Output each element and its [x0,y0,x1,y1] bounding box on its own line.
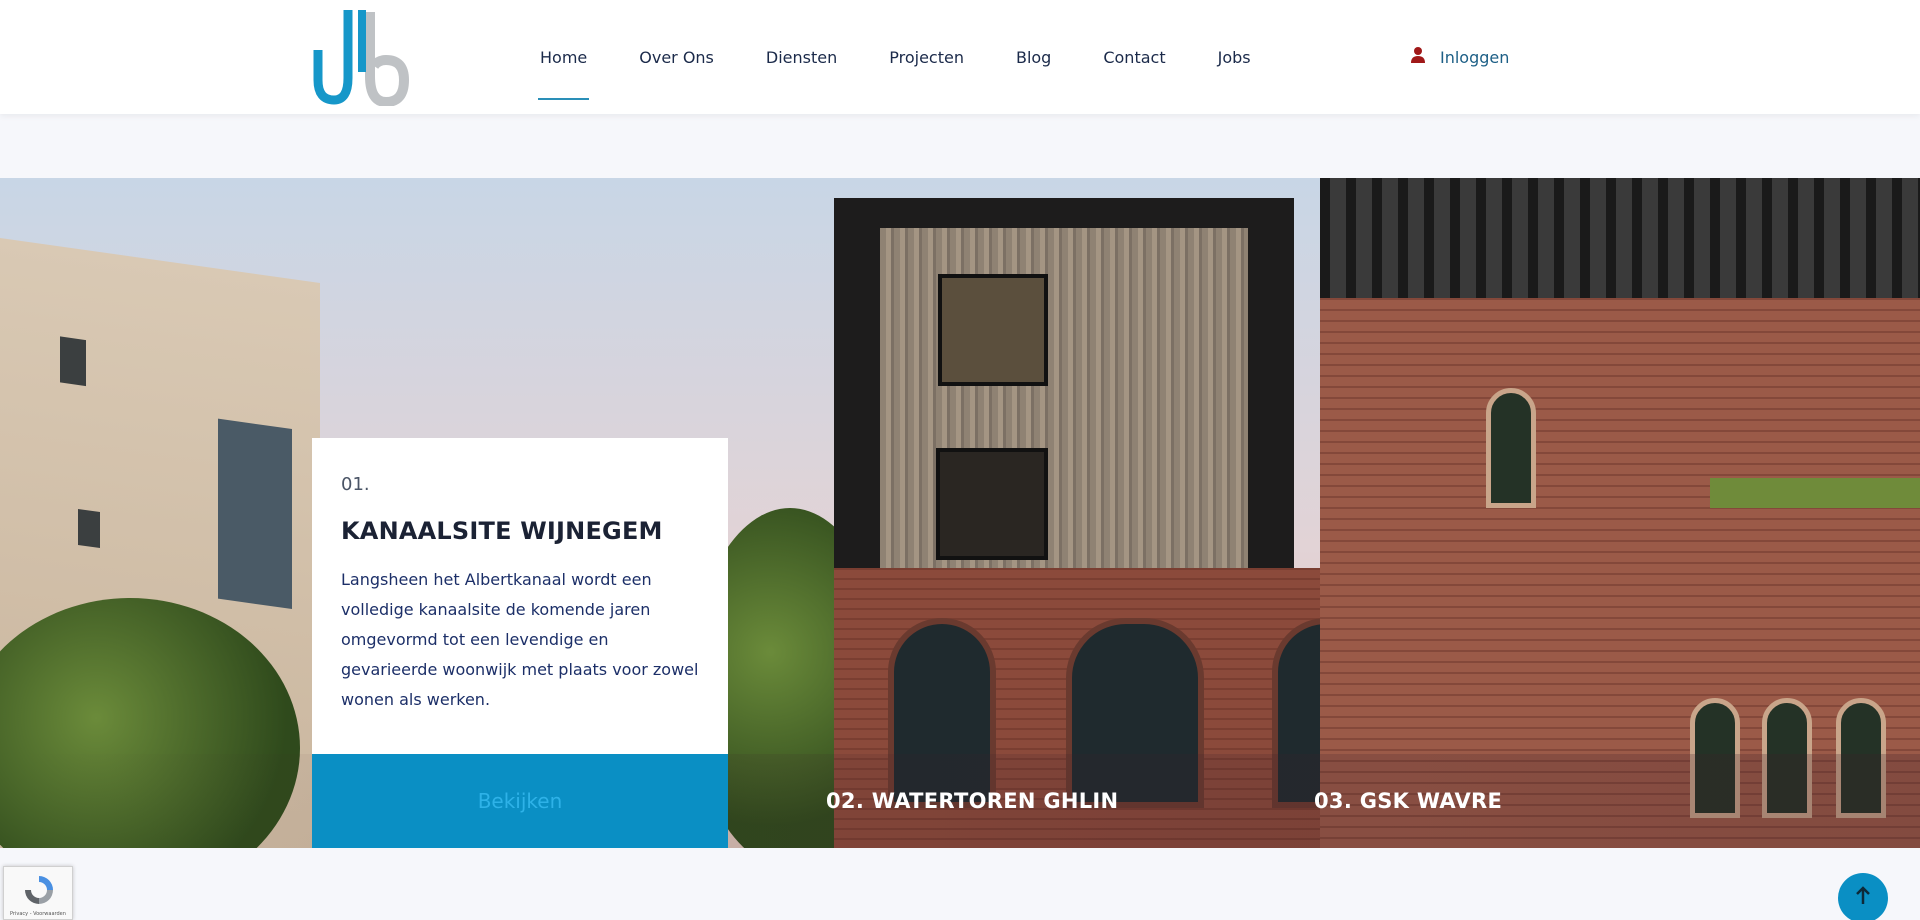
nav-diensten[interactable]: Diensten [766,0,837,114]
slide-number: 01. [341,474,370,495]
hero-slider [0,178,1920,848]
recaptcha-badge[interactable]: Privacy - Voorwaarden [3,866,73,920]
nav-jobs[interactable]: Jobs [1218,0,1251,114]
nav-contact[interactable]: Contact [1103,0,1165,114]
nav-projecten[interactable]: Projecten [889,0,964,114]
recaptcha-icon [22,873,56,911]
login-link[interactable]: Inloggen [1410,0,1509,114]
slide-tab-watertoren-ghlin[interactable]: 02. WATERTOREN GHLIN [826,754,1118,848]
main-nav: Home Over Ons Diensten Projecten Blog Co… [537,0,1303,114]
arrow-up-icon [1854,886,1872,910]
login-label: Inloggen [1440,47,1510,67]
recaptcha-privacy-text: Privacy - Voorwaarden [10,911,66,917]
nav-over-ons[interactable]: Over Ons [639,0,714,114]
nav-blog[interactable]: Blog [1016,0,1051,114]
slide-description: Langsheen het Albertkanaal wordt een vol… [341,570,699,709]
view-project-button[interactable]: Bekijken [312,754,728,848]
slide-tab-gsk-wavre[interactable]: 03. GSK WAVRE [1314,754,1502,848]
user-icon [1410,46,1426,68]
company-logo[interactable] [312,6,410,108]
site-header: Home Over Ons Diensten Projecten Blog Co… [0,0,1920,114]
slide-title: KANAALSITE WIJNEGEM [341,517,663,545]
back-to-top-button[interactable] [1838,873,1888,920]
slide-info-card: 01. KANAALSITE WIJNEGEM Langsheen het Al… [312,438,728,754]
nav-home[interactable]: Home [537,0,590,114]
